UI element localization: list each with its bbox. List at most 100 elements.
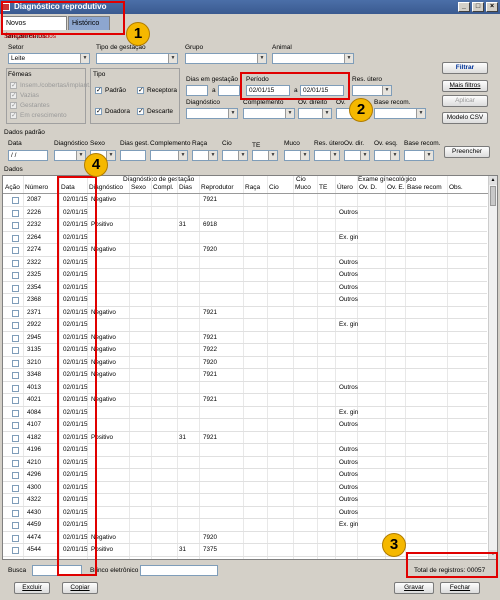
fechar-button[interactable]: Fechar	[440, 582, 480, 594]
row-checkbox[interactable]	[12, 534, 19, 542]
dp-raca-select[interactable]	[192, 150, 218, 161]
cell-numero[interactable]: 4210	[27, 457, 41, 470]
cell-repro[interactable]: 7920	[203, 244, 217, 257]
dp-cio-select[interactable]	[222, 150, 248, 161]
cell-utero[interactable]: Outros	[339, 294, 358, 307]
cell-numero[interactable]: 4296	[27, 469, 41, 482]
row-checkbox[interactable]	[12, 322, 19, 329]
scroll-thumb[interactable]	[490, 186, 496, 206]
row-checkbox[interactable]	[12, 297, 19, 304]
cell-repro[interactable]: 7920	[203, 357, 217, 370]
tipo-doadora-checkbox[interactable]	[95, 107, 102, 115]
row-checkbox[interactable]	[12, 422, 19, 429]
cell-utero[interactable]: Ex. gin	[339, 519, 358, 532]
complemento-filter-select[interactable]	[243, 108, 295, 119]
grupo-select[interactable]	[185, 53, 267, 64]
cell-numero[interactable]: 2945	[27, 332, 41, 345]
cell-repro[interactable]: 7920	[203, 532, 217, 545]
base-recom-filter-select[interactable]	[374, 108, 426, 119]
row-checkbox[interactable]	[12, 259, 19, 267]
cell-numero[interactable]: 4322	[27, 494, 41, 507]
cell-numero[interactable]: 4021	[27, 394, 41, 407]
row-checkbox[interactable]	[12, 522, 19, 529]
tipo-gestacao-select[interactable]	[96, 53, 178, 64]
column-header[interactable]: Muco	[295, 184, 311, 191]
dp-base-recom-select[interactable]	[404, 150, 434, 161]
cell-utero[interactable]: Outros	[339, 257, 358, 270]
row-checkbox[interactable]	[12, 197, 19, 204]
ov-direito-filter-select[interactable]	[298, 108, 332, 119]
tipo-padrao-checkbox[interactable]	[95, 86, 102, 94]
cell-numero[interactable]: 4300	[27, 482, 41, 495]
row-checkbox[interactable]	[12, 384, 19, 392]
diagnostico-filter-select[interactable]	[186, 108, 238, 119]
cell-repro[interactable]: 7921	[203, 394, 217, 407]
row-checkbox[interactable]	[12, 509, 19, 517]
cell-numero[interactable]: 3348	[27, 369, 41, 382]
row-checkbox[interactable]	[12, 309, 19, 317]
dp-diagnostico-select[interactable]	[54, 150, 86, 161]
cell-numero[interactable]: 2226	[27, 207, 41, 220]
row-checkbox[interactable]	[12, 497, 19, 504]
cell-repro[interactable]: 6918	[203, 219, 217, 232]
row-checkbox[interactable]	[12, 209, 19, 217]
column-header[interactable]: Obs.	[449, 184, 463, 191]
cell-numero[interactable]: 4474	[27, 532, 41, 545]
row-checkbox[interactable]	[12, 234, 19, 242]
cell-numero[interactable]: 4107	[27, 419, 41, 432]
column-header[interactable]: Ov. D.	[359, 184, 377, 191]
cell-repro[interactable]: 7921	[203, 194, 217, 207]
cell-dias[interactable]: 31	[179, 432, 186, 445]
cell-repro[interactable]: 7922	[203, 344, 217, 357]
cell-utero[interactable]: Outros	[339, 444, 358, 457]
cell-numero[interactable]: 2325	[27, 269, 41, 282]
cell-dias[interactable]: 31	[179, 544, 186, 557]
excluir-button[interactable]: Excluir	[14, 582, 50, 594]
row-checkbox[interactable]	[12, 272, 19, 279]
column-header[interactable]: Número	[25, 184, 48, 191]
row-checkbox[interactable]	[12, 347, 19, 354]
minimize-icon[interactable]: _	[458, 2, 470, 12]
row-checkbox[interactable]	[12, 472, 19, 479]
mais-filtros-button[interactable]: Mais filtros	[442, 80, 488, 92]
cell-utero[interactable]: Outros	[339, 457, 358, 470]
dp-dias-gest-input[interactable]	[120, 150, 146, 161]
dp-te-select[interactable]	[252, 150, 278, 161]
row-checkbox[interactable]	[12, 547, 19, 554]
row-checkbox[interactable]	[12, 359, 19, 367]
dp-complemento-select[interactable]	[150, 150, 188, 161]
dias-gestacao-from[interactable]	[186, 85, 208, 96]
row-checkbox[interactable]	[12, 459, 19, 467]
row-checkbox[interactable]	[12, 372, 19, 379]
cell-numero[interactable]: 4084	[27, 407, 41, 420]
filtrar-button[interactable]: Filtrar	[442, 62, 488, 74]
cell-utero[interactable]: Outros	[339, 269, 358, 282]
cell-numero[interactable]: 2087	[27, 194, 41, 207]
dp-ov-dir-select[interactable]	[344, 150, 370, 161]
setor-select[interactable]: Leite	[8, 53, 90, 64]
row-checkbox[interactable]	[12, 434, 19, 442]
cell-numero[interactable]: 2322	[27, 257, 41, 270]
dp-ov-esq-select[interactable]	[374, 150, 400, 161]
cell-numero[interactable]: 2371	[27, 307, 41, 320]
row-checkbox[interactable]	[12, 247, 19, 254]
cell-utero[interactable]: Outros	[339, 419, 358, 432]
femeas-insem-checkbox[interactable]	[10, 81, 17, 89]
row-checkbox[interactable]	[12, 447, 19, 454]
close-icon[interactable]: ×	[486, 2, 498, 12]
column-header[interactable]: Raça	[245, 184, 260, 191]
tipo-receptora-checkbox[interactable]	[137, 86, 144, 94]
cell-utero[interactable]: Outros	[339, 494, 358, 507]
column-header[interactable]: TE	[319, 184, 327, 191]
brinco-input[interactable]	[140, 565, 218, 576]
cell-repro[interactable]: 7921	[203, 307, 217, 320]
cell-numero[interactable]: 4459	[27, 519, 41, 532]
cell-utero[interactable]: Ex. gin	[339, 407, 358, 420]
row-checkbox[interactable]	[12, 334, 19, 342]
column-header[interactable]: Compl.	[153, 184, 174, 191]
cell-utero[interactable]: Outros	[339, 507, 358, 520]
row-checkbox[interactable]	[12, 484, 19, 492]
dp-muco-select[interactable]	[284, 150, 310, 161]
animal-select[interactable]	[272, 53, 354, 64]
row-checkbox[interactable]	[12, 284, 19, 292]
